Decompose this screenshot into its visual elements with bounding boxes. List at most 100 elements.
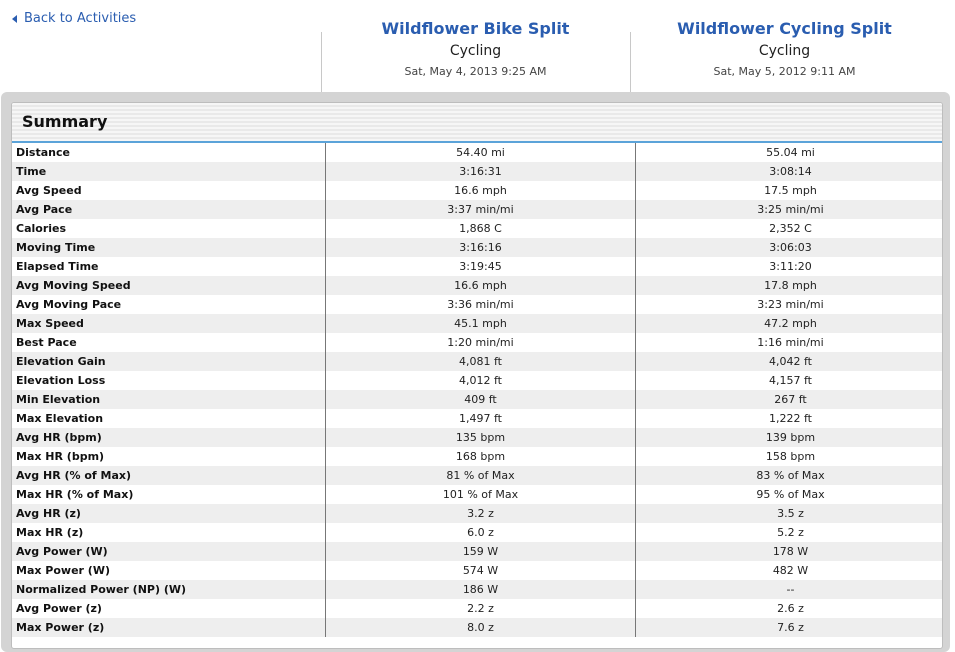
value-activity-1: 1,868 C [325,219,636,238]
activity-header-1: Wildflower Bike Split Cycling Sat, May 4… [321,0,630,92]
column-divider [321,32,322,92]
value-activity-1: 4,012 ft [325,371,636,390]
table-row: Avg HR (% of Max) 81 % of Max 83 % of Max [12,466,942,485]
table-row: Distance 54.40 mi 55.04 mi [12,143,942,162]
table-row: Max Power (z) 8.0 z 7.6 z [12,618,942,637]
metric-label: Calories [12,219,326,238]
value-activity-2: 178 W [635,542,942,561]
value-activity-1: 101 % of Max [325,485,636,504]
table-row: Moving Time 3:16:16 3:06:03 [12,238,942,257]
value-activity-1: 1,497 ft [325,409,636,428]
value-activity-2: 3:06:03 [635,238,942,257]
value-activity-2: 83 % of Max [635,466,942,485]
value-activity-1: 3:19:45 [325,257,636,276]
metric-label: Max Elevation [12,409,326,428]
metric-label: Time [12,162,326,181]
metric-label: Max HR (z) [12,523,326,542]
back-to-activities-link[interactable]: Back to Activities [12,11,136,26]
value-activity-2: 4,042 ft [635,352,942,371]
table-row: Best Pace 1:20 min/mi 1:16 min/mi [12,333,942,352]
value-activity-2: 482 W [635,561,942,580]
value-activity-1: 1:20 min/mi [325,333,636,352]
value-activity-1: 159 W [325,542,636,561]
table-row: Elevation Loss 4,012 ft 4,157 ft [12,371,942,390]
metric-label: Elevation Loss [12,371,326,390]
value-activity-2: 7.6 z [635,618,942,637]
value-activity-2: 139 bpm [635,428,942,447]
table-row: Max HR (% of Max) 101 % of Max 95 % of Max [12,485,942,504]
value-activity-1: 409 ft [325,390,636,409]
summary-table: Distance 54.40 mi 55.04 mi Time 3:16:31 3:08:… [12,143,942,637]
metric-label: Avg Moving Pace [12,295,326,314]
value-activity-2: 2,352 C [635,219,942,238]
value-activity-2: 3.5 z [635,504,942,523]
activity-type-2: Cycling [758,43,811,59]
value-activity-1: 2.2 z [325,599,636,618]
table-row: Avg Moving Pace 3:36 min/mi 3:23 min/mi [12,295,942,314]
value-activity-2: 95 % of Max [635,485,942,504]
table-row: Max Power (W) 574 W 482 W [12,561,942,580]
column-divider [630,32,631,92]
value-activity-1: 6.0 z [325,523,636,542]
metric-label: Max HR (bpm) [12,447,326,466]
value-activity-1: 168 bpm [325,447,636,466]
value-activity-2: 3:08:14 [635,162,942,181]
value-activity-1: 3:36 min/mi [325,295,636,314]
metric-label: Avg Moving Speed [12,276,326,295]
value-activity-1: 54.40 mi [325,143,636,162]
table-row: Avg Power (W) 159 W 178 W [12,542,942,561]
table-row: Max HR (z) 6.0 z 5.2 z [12,523,942,542]
table-row: Elevation Gain 4,081 ft 4,042 ft [12,352,942,371]
value-activity-2: 55.04 mi [635,143,942,162]
value-activity-2: 3:23 min/mi [635,295,942,314]
metric-label: Distance [12,143,326,162]
value-activity-2: 3:25 min/mi [635,200,942,219]
metric-label: Max HR (% of Max) [12,485,326,504]
value-activity-1: 135 bpm [325,428,636,447]
activity-date-2: Sat, May 5, 2012 9:11 AM [713,65,856,78]
table-row: Avg Power (z) 2.2 z 2.6 z [12,599,942,618]
value-activity-2: 5.2 z [635,523,942,542]
metric-label: Max Speed [12,314,326,333]
metric-label: Elapsed Time [12,257,326,276]
metric-label: Elevation Gain [12,352,326,371]
value-activity-1: 3:16:16 [325,238,636,257]
metric-label: Moving Time [12,238,326,257]
value-activity-1: 16.6 mph [325,276,636,295]
activity-title-2[interactable]: Wildflower Cycling Split [630,19,939,38]
value-activity-2: 2.6 z [635,599,942,618]
metric-label: Avg Pace [12,200,326,219]
table-row: Max Elevation 1,497 ft 1,222 ft [12,409,942,428]
table-row: Calories 1,868 C 2,352 C [12,219,942,238]
table-row: Max Speed 45.1 mph 47.2 mph [12,314,942,333]
activity-type-1: Cycling [449,43,502,59]
metric-label: Avg Speed [12,181,326,200]
metric-label: Best Pace [12,333,326,352]
activity-date-1: Sat, May 4, 2013 9:25 AM [404,65,547,78]
metric-label: Avg HR (% of Max) [12,466,326,485]
value-activity-1: 4,081 ft [325,352,636,371]
value-activity-1: 186 W [325,580,636,599]
metric-label: Max Power (W) [12,561,326,580]
table-row: Avg Pace 3:37 min/mi 3:25 min/mi [12,200,942,219]
summary-panel: Summary Distance 54.40 mi 55.04 mi Time 3:16… [11,102,943,649]
value-activity-2: 4,157 ft [635,371,942,390]
table-row: Normalized Power (NP) (W) 186 W -- [12,580,942,599]
metric-label: Min Elevation [12,390,326,409]
value-activity-2: 17.5 mph [635,181,942,200]
metric-label: Avg HR (bpm) [12,428,326,447]
value-activity-2: 1,222 ft [635,409,942,428]
activity-title-1[interactable]: Wildflower Bike Split [321,19,630,38]
value-activity-2: 47.2 mph [635,314,942,333]
metric-label: Avg Power (z) [12,599,326,618]
value-activity-2: 267 ft [635,390,942,409]
metric-label: Normalized Power (NP) (W) [12,580,326,599]
summary-header: Summary [12,103,942,143]
metric-label: Avg Power (W) [12,542,326,561]
table-row: Min Elevation 409 ft 267 ft [12,390,942,409]
table-row: Avg HR (z) 3.2 z 3.5 z [12,504,942,523]
activity-header-2: Wildflower Cycling Split Cycling Sat, Ma… [630,0,939,92]
table-row: Max HR (bpm) 168 bpm 158 bpm [12,447,942,466]
value-activity-1: 16.6 mph [325,181,636,200]
value-activity-2: 158 bpm [635,447,942,466]
